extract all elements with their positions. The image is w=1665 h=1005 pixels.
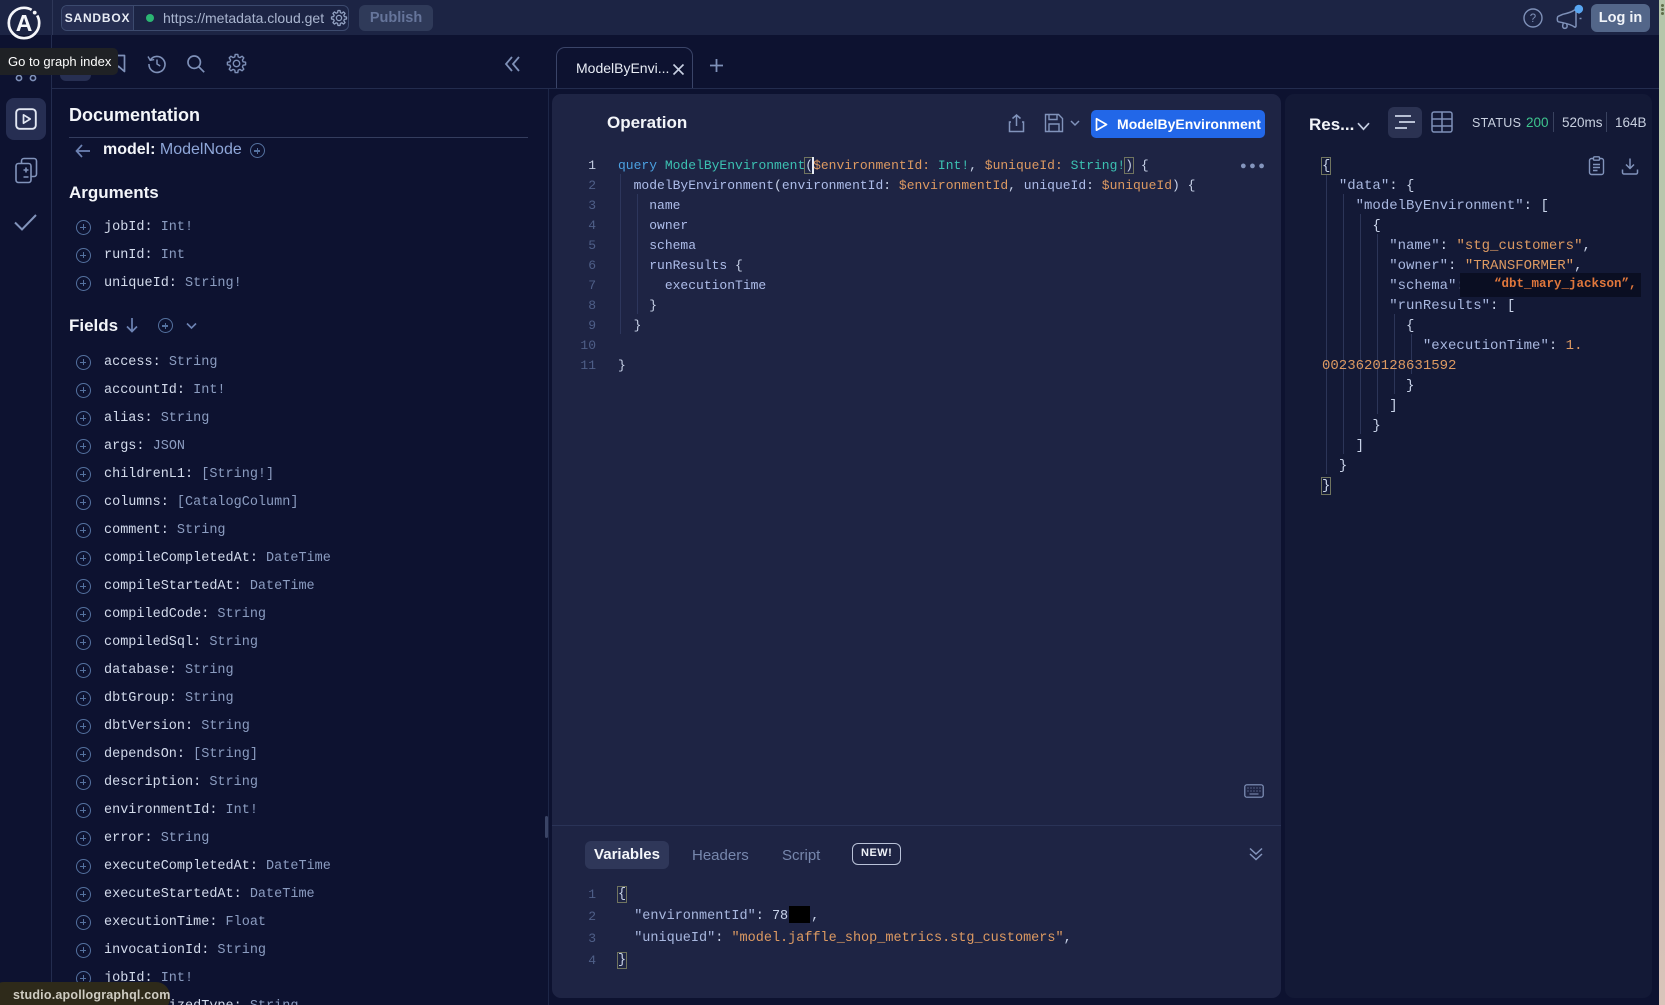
svg-text:A: A (16, 10, 33, 36)
svg-text:?: ? (1530, 13, 1536, 25)
